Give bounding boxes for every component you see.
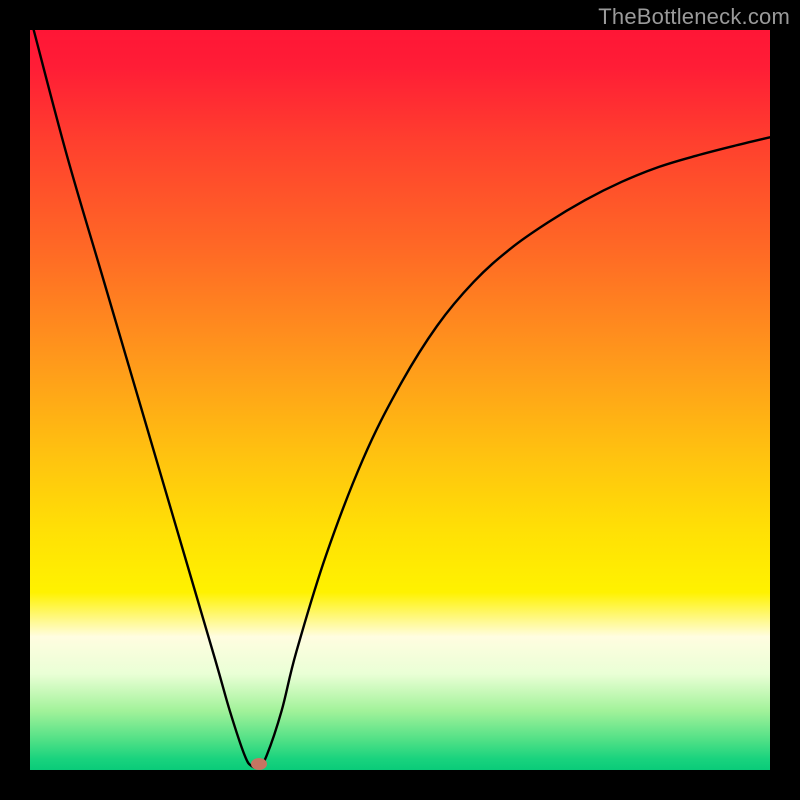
watermark-text: TheBottleneck.com [598,4,790,30]
curve-svg [30,30,770,770]
curve-path [34,30,770,768]
chart-frame: TheBottleneck.com [0,0,800,800]
plot-area [30,30,770,770]
minimum-marker-icon [251,758,267,770]
